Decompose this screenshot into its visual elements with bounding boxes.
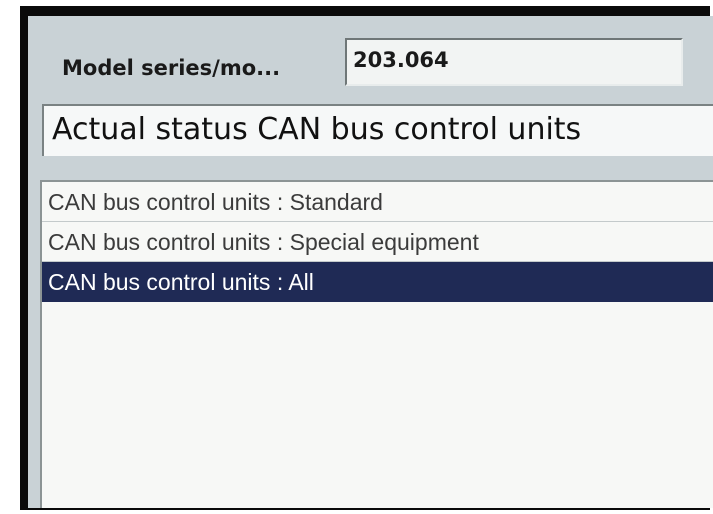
model-series-value: 203.064 — [353, 48, 449, 72]
diagnostic-screen: Model series/mo... 203.064 Actual status… — [28, 16, 713, 508]
list-item-all[interactable]: CAN bus control units : All — [42, 262, 713, 302]
list-item-standard[interactable]: CAN bus control units : Standard — [42, 182, 713, 222]
model-series-label: Model series/mo... — [62, 56, 281, 80]
model-series-field[interactable]: 203.064 — [345, 38, 683, 86]
page-title: Actual status CAN bus control units — [52, 112, 582, 147]
title-panel: Actual status CAN bus control units — [42, 104, 713, 156]
monitor-bezel: Model series/mo... 203.064 Actual status… — [20, 6, 713, 510]
list-item-special-equipment[interactable]: CAN bus control units : Special equipmen… — [42, 222, 713, 262]
control-unit-list: CAN bus control units : Standard CAN bus… — [40, 180, 713, 508]
